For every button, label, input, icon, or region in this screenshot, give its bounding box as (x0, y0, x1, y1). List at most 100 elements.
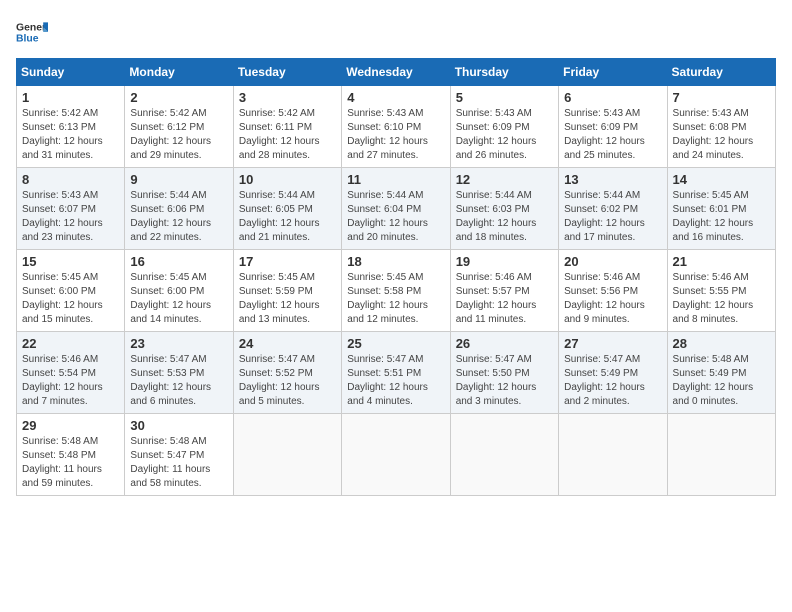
calendar-cell: 9 Sunrise: 5:44 AMSunset: 6:06 PMDaylight… (125, 168, 233, 250)
day-number: 15 (22, 254, 119, 269)
calendar-cell: 11 Sunrise: 5:44 AMSunset: 6:04 PMDayligh… (342, 168, 450, 250)
calendar-cell: 22 Sunrise: 5:46 AMSunset: 5:54 PMDayligh… (17, 332, 125, 414)
calendar-cell: 23 Sunrise: 5:47 AMSunset: 5:53 PMDayligh… (125, 332, 233, 414)
day-number: 25 (347, 336, 444, 351)
calendar-cell: 28 Sunrise: 5:48 AMSunset: 5:49 PMDayligh… (667, 332, 775, 414)
day-number: 17 (239, 254, 336, 269)
day-number: 19 (456, 254, 553, 269)
calendar-cell: 30 Sunrise: 5:48 AMSunset: 5:47 PMDayligh… (125, 414, 233, 496)
calendar-cell: 4 Sunrise: 5:43 AMSunset: 6:10 PMDaylight… (342, 86, 450, 168)
calendar-cell: 1 Sunrise: 5:42 AMSunset: 6:13 PMDaylight… (17, 86, 125, 168)
calendar-cell (450, 414, 558, 496)
day-info: Sunrise: 5:42 AMSunset: 6:13 PMDaylight:… (22, 107, 119, 163)
day-of-week-header: Monday (125, 59, 233, 86)
calendar-cell (342, 414, 450, 496)
day-number: 13 (564, 172, 661, 187)
day-number: 2 (130, 90, 227, 105)
day-info: Sunrise: 5:45 AMSunset: 5:58 PMDaylight:… (347, 271, 444, 327)
day-number: 23 (130, 336, 227, 351)
day-info: Sunrise: 5:47 AMSunset: 5:52 PMDaylight:… (239, 353, 336, 409)
day-of-week-header: Tuesday (233, 59, 341, 86)
day-of-week-header: Sunday (17, 59, 125, 86)
day-number: 1 (22, 90, 119, 105)
calendar-cell: 19 Sunrise: 5:46 AMSunset: 5:57 PMDayligh… (450, 250, 558, 332)
day-number: 6 (564, 90, 661, 105)
day-number: 27 (564, 336, 661, 351)
calendar-cell: 8 Sunrise: 5:43 AMSunset: 6:07 PMDaylight… (17, 168, 125, 250)
day-number: 18 (347, 254, 444, 269)
day-info: Sunrise: 5:43 AMSunset: 6:07 PMDaylight:… (22, 189, 119, 245)
day-number: 12 (456, 172, 553, 187)
day-info: Sunrise: 5:47 AMSunset: 5:50 PMDaylight:… (456, 353, 553, 409)
day-number: 24 (239, 336, 336, 351)
day-info: Sunrise: 5:45 AMSunset: 6:00 PMDaylight:… (130, 271, 227, 327)
day-info: Sunrise: 5:42 AMSunset: 6:11 PMDaylight:… (239, 107, 336, 163)
day-number: 9 (130, 172, 227, 187)
day-info: Sunrise: 5:44 AMSunset: 6:03 PMDaylight:… (456, 189, 553, 245)
calendar-cell: 20 Sunrise: 5:46 AMSunset: 5:56 PMDayligh… (559, 250, 667, 332)
day-number: 22 (22, 336, 119, 351)
calendar-cell: 2 Sunrise: 5:42 AMSunset: 6:12 PMDaylight… (125, 86, 233, 168)
day-info: Sunrise: 5:45 AMSunset: 5:59 PMDaylight:… (239, 271, 336, 327)
day-number: 29 (22, 418, 119, 433)
day-info: Sunrise: 5:48 AMSunset: 5:49 PMDaylight:… (673, 353, 770, 409)
day-number: 4 (347, 90, 444, 105)
svg-text:Blue: Blue (16, 34, 39, 45)
day-number: 26 (456, 336, 553, 351)
day-info: Sunrise: 5:47 AMSunset: 5:53 PMDaylight:… (130, 353, 227, 409)
day-info: Sunrise: 5:46 AMSunset: 5:56 PMDaylight:… (564, 271, 661, 327)
day-number: 30 (130, 418, 227, 433)
day-info: Sunrise: 5:45 AMSunset: 6:01 PMDaylight:… (673, 189, 770, 245)
day-info: Sunrise: 5:43 AMSunset: 6:09 PMDaylight:… (564, 107, 661, 163)
day-info: Sunrise: 5:46 AMSunset: 5:54 PMDaylight:… (22, 353, 119, 409)
day-info: Sunrise: 5:47 AMSunset: 5:49 PMDaylight:… (564, 353, 661, 409)
day-info: Sunrise: 5:43 AMSunset: 6:08 PMDaylight:… (673, 107, 770, 163)
day-number: 5 (456, 90, 553, 105)
calendar-cell: 14 Sunrise: 5:45 AMSunset: 6:01 PMDayligh… (667, 168, 775, 250)
day-info: Sunrise: 5:43 AMSunset: 6:09 PMDaylight:… (456, 107, 553, 163)
day-info: Sunrise: 5:46 AMSunset: 5:57 PMDaylight:… (456, 271, 553, 327)
calendar-cell: 12 Sunrise: 5:44 AMSunset: 6:03 PMDayligh… (450, 168, 558, 250)
day-number: 16 (130, 254, 227, 269)
day-info: Sunrise: 5:44 AMSunset: 6:04 PMDaylight:… (347, 189, 444, 245)
day-of-week-header: Wednesday (342, 59, 450, 86)
day-info: Sunrise: 5:47 AMSunset: 5:51 PMDaylight:… (347, 353, 444, 409)
calendar-cell: 25 Sunrise: 5:47 AMSunset: 5:51 PMDayligh… (342, 332, 450, 414)
calendar-cell: 29 Sunrise: 5:48 AMSunset: 5:48 PMDayligh… (17, 414, 125, 496)
day-number: 8 (22, 172, 119, 187)
calendar-cell (233, 414, 341, 496)
day-info: Sunrise: 5:48 AMSunset: 5:48 PMDaylight:… (22, 435, 119, 491)
day-number: 14 (673, 172, 770, 187)
day-info: Sunrise: 5:44 AMSunset: 6:06 PMDaylight:… (130, 189, 227, 245)
calendar-cell: 27 Sunrise: 5:47 AMSunset: 5:49 PMDayligh… (559, 332, 667, 414)
day-info: Sunrise: 5:48 AMSunset: 5:47 PMDaylight:… (130, 435, 227, 491)
calendar-cell: 3 Sunrise: 5:42 AMSunset: 6:11 PMDaylight… (233, 86, 341, 168)
day-number: 3 (239, 90, 336, 105)
day-info: Sunrise: 5:44 AMSunset: 6:02 PMDaylight:… (564, 189, 661, 245)
day-info: Sunrise: 5:45 AMSunset: 6:00 PMDaylight:… (22, 271, 119, 327)
calendar-cell: 7 Sunrise: 5:43 AMSunset: 6:08 PMDaylight… (667, 86, 775, 168)
day-number: 20 (564, 254, 661, 269)
calendar-cell (667, 414, 775, 496)
day-of-week-header: Thursday (450, 59, 558, 86)
day-info: Sunrise: 5:44 AMSunset: 6:05 PMDaylight:… (239, 189, 336, 245)
calendar-cell: 26 Sunrise: 5:47 AMSunset: 5:50 PMDayligh… (450, 332, 558, 414)
day-info: Sunrise: 5:43 AMSunset: 6:10 PMDaylight:… (347, 107, 444, 163)
calendar-cell: 15 Sunrise: 5:45 AMSunset: 6:00 PMDayligh… (17, 250, 125, 332)
day-number: 10 (239, 172, 336, 187)
day-number: 11 (347, 172, 444, 187)
calendar-cell (559, 414, 667, 496)
calendar-cell: 24 Sunrise: 5:47 AMSunset: 5:52 PMDayligh… (233, 332, 341, 414)
day-of-week-header: Friday (559, 59, 667, 86)
calendar-table: SundayMondayTuesdayWednesdayThursdayFrid… (16, 58, 776, 496)
calendar-cell: 21 Sunrise: 5:46 AMSunset: 5:55 PMDayligh… (667, 250, 775, 332)
day-number: 21 (673, 254, 770, 269)
day-number: 7 (673, 90, 770, 105)
calendar-cell: 6 Sunrise: 5:43 AMSunset: 6:09 PMDaylight… (559, 86, 667, 168)
calendar-cell: 5 Sunrise: 5:43 AMSunset: 6:09 PMDaylight… (450, 86, 558, 168)
day-number: 28 (673, 336, 770, 351)
day-info: Sunrise: 5:46 AMSunset: 5:55 PMDaylight:… (673, 271, 770, 327)
day-info: Sunrise: 5:42 AMSunset: 6:12 PMDaylight:… (130, 107, 227, 163)
calendar-cell: 13 Sunrise: 5:44 AMSunset: 6:02 PMDayligh… (559, 168, 667, 250)
calendar-cell: 10 Sunrise: 5:44 AMSunset: 6:05 PMDayligh… (233, 168, 341, 250)
